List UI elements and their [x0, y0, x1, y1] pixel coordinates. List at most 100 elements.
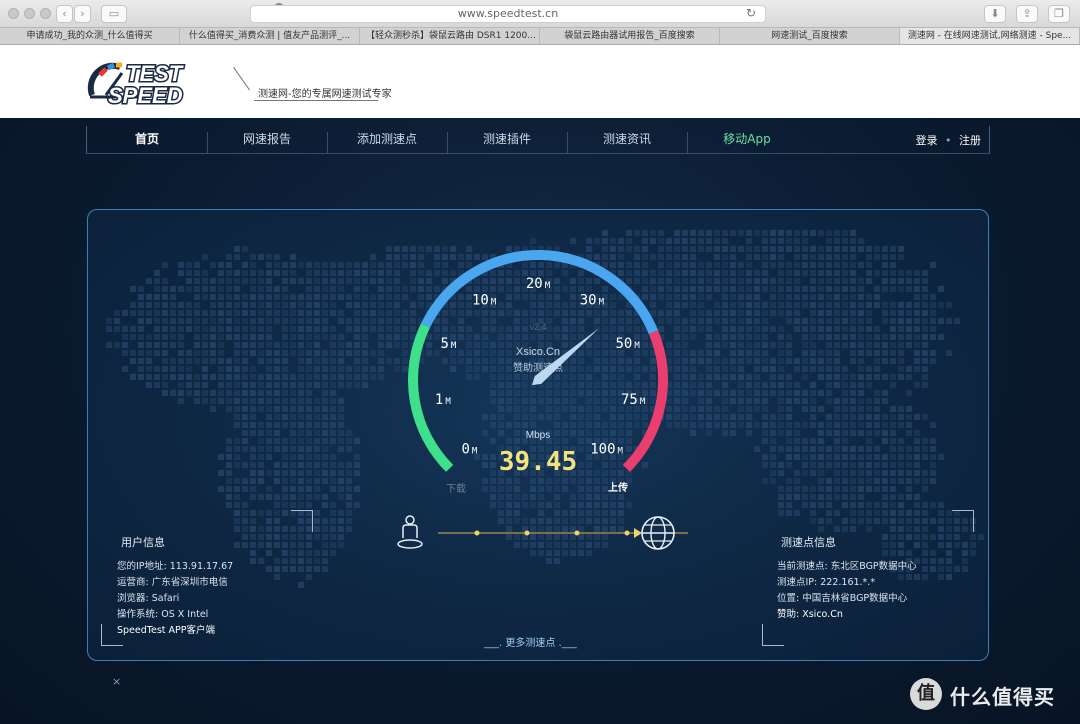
map-dot [330, 502, 336, 508]
map-dot [250, 294, 256, 300]
login-link[interactable]: 登录 [916, 134, 938, 147]
map-dot [330, 262, 336, 268]
register-link[interactable]: 注册 [959, 134, 981, 147]
map-dot [730, 350, 736, 356]
map-dot [706, 406, 712, 412]
map-dot [330, 406, 336, 412]
map-dot [834, 342, 840, 348]
map-dot [298, 398, 304, 404]
map-dot [346, 294, 352, 300]
map-dot [786, 342, 792, 348]
share-button[interactable]: ⇪ [1016, 5, 1038, 23]
nav-item-plugins[interactable]: 测速插件 [447, 130, 567, 147]
back-button[interactable]: ‹ [56, 5, 73, 23]
map-dot [882, 286, 888, 292]
nav-item-add-server[interactable]: 添加测速点 [327, 130, 447, 147]
downloads-button[interactable]: ⬇ [984, 5, 1006, 23]
map-dot [898, 326, 904, 332]
map-dot [298, 350, 304, 356]
map-dot [330, 302, 336, 308]
map-dot [754, 406, 760, 412]
map-dot [210, 406, 216, 412]
forward-button[interactable]: › [74, 5, 91, 23]
map-dot [722, 230, 728, 236]
nav-item-home[interactable]: 首页 [87, 130, 207, 147]
map-dot [338, 446, 344, 452]
map-dot [322, 550, 328, 556]
map-dot [898, 318, 904, 324]
map-dot [778, 422, 784, 428]
sidebar-button[interactable]: ▭ [101, 5, 127, 23]
map-dot [338, 518, 344, 524]
tab-overview-button[interactable]: ❐ [1048, 5, 1070, 23]
map-dot [858, 286, 864, 292]
map-dot [922, 278, 928, 284]
map-dot [770, 366, 776, 372]
map-dot [810, 262, 816, 268]
map-dot [922, 374, 928, 380]
map-dot [242, 422, 248, 428]
browser-tab[interactable]: 袋鼠云路由器试用报告_百度搜索 [540, 28, 720, 44]
map-dot [306, 278, 312, 284]
map-dot [298, 294, 304, 300]
tagline-divider [233, 67, 251, 91]
map-dot [354, 318, 360, 324]
server-sponsor[interactable]: 赞助: Xsico.Cn [777, 606, 843, 620]
map-dot [770, 254, 776, 260]
map-dot [314, 526, 320, 532]
map-dot [346, 366, 352, 372]
map-dot [834, 310, 840, 316]
reload-icon[interactable]: ↻ [746, 6, 756, 20]
map-dot [898, 406, 904, 412]
app-client-link[interactable]: SpeedTest APP客户端 [117, 622, 215, 636]
browser-tab[interactable]: 什么值得买_消费众测 | 值友产品测评_... [180, 28, 360, 44]
map-dot [810, 382, 816, 388]
map-dot [722, 334, 728, 340]
map-dot [842, 254, 848, 260]
map-dot [906, 326, 912, 332]
nav-item-reports[interactable]: 网速报告 [207, 130, 327, 147]
map-dot [914, 326, 920, 332]
map-dot [234, 318, 240, 324]
map-dot [194, 302, 200, 308]
map-dot [866, 382, 872, 388]
map-dot [746, 350, 752, 356]
map-dot [786, 230, 792, 236]
browser-tab-active[interactable]: 测速网 - 在线网速测试,网络测速 - Spe... [900, 28, 1080, 44]
browser-tab[interactable]: 【轻众测秒杀】袋鼠云路由 DSR1 1200... [360, 28, 540, 44]
map-dot [914, 302, 920, 308]
map-dot [234, 382, 240, 388]
close-icon[interactable]: × [112, 675, 121, 688]
map-dot [322, 262, 328, 268]
map-dot [234, 494, 240, 500]
map-dot [730, 262, 736, 268]
map-dot [274, 350, 280, 356]
gauge-tick-label: 5M [440, 336, 456, 352]
map-dot [714, 350, 720, 356]
map-dot [738, 334, 744, 340]
map-dot [130, 326, 136, 332]
browser-tab[interactable]: 申请成功_我的众测_什么值得买 [0, 28, 180, 44]
map-dot [866, 302, 872, 308]
map-dot [282, 342, 288, 348]
map-dot [874, 374, 880, 380]
close-window-button[interactable] [8, 8, 19, 19]
nav-item-news[interactable]: 测速资讯 [567, 130, 687, 147]
map-dot [770, 462, 776, 468]
map-dot [714, 358, 720, 364]
site-logo[interactable]: TEST SPEED [86, 55, 226, 111]
map-dot [826, 430, 832, 436]
map-dot [754, 358, 760, 364]
zoom-window-button[interactable] [40, 8, 51, 19]
map-dot [882, 262, 888, 268]
more-servers-link[interactable]: ___. 更多测速点 .___ [484, 634, 577, 649]
map-dot [330, 438, 336, 444]
map-dot [882, 358, 888, 364]
address-bar[interactable]: www.speedtest.cn [250, 5, 766, 23]
map-dot [306, 462, 312, 468]
map-dot [730, 318, 736, 324]
nav-item-mobile-app[interactable]: 移动App [687, 130, 807, 147]
map-dot [306, 350, 312, 356]
browser-tab[interactable]: 网速测试_百度搜索 [720, 28, 900, 44]
minimize-window-button[interactable] [24, 8, 35, 19]
